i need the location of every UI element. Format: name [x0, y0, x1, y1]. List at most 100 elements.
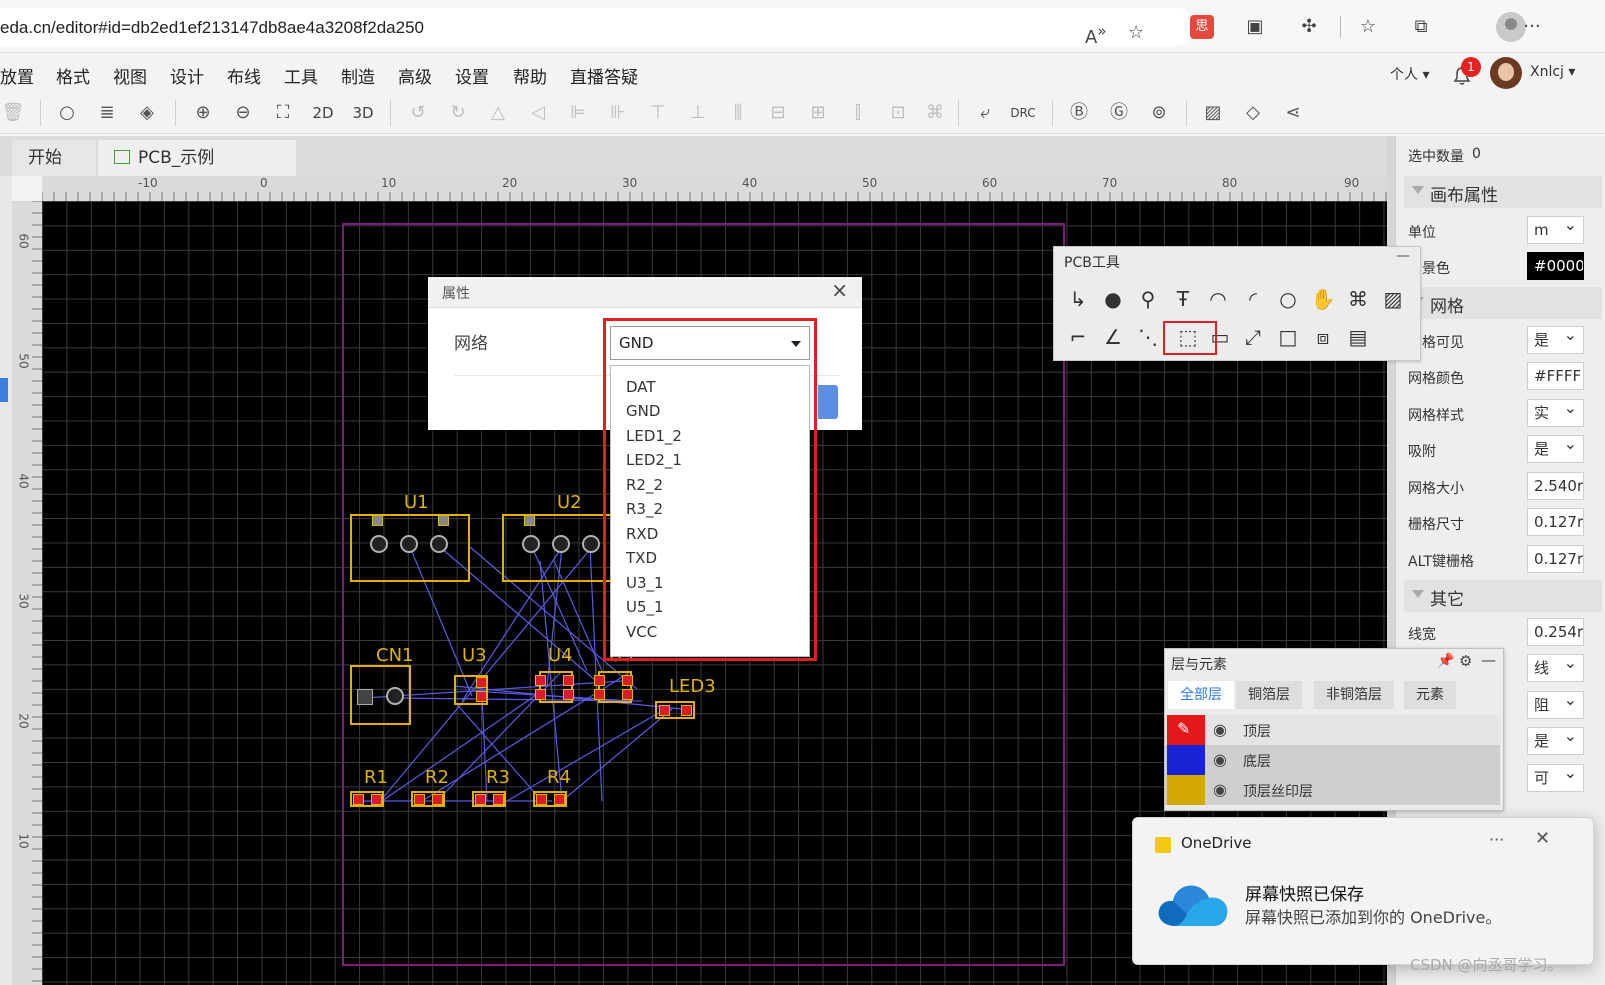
- rotate-right-icon[interactable]: ↻: [445, 100, 471, 126]
- menu-advanced[interactable]: 高级: [398, 63, 432, 88]
- dimension-tool-icon[interactable]: ∠: [1099, 323, 1127, 351]
- align-grid-icon[interactable]: ⊡: [885, 100, 911, 126]
- line-width-field[interactable]: 0.254r: [1527, 618, 1584, 646]
- menu-place[interactable]: 放置: [0, 63, 34, 88]
- menu-tools[interactable]: 工具: [284, 63, 318, 88]
- pad[interactable]: [535, 675, 546, 686]
- url-field[interactable]: eda.cn/editor#id=db2ed1ef213147db8ae4a32…: [0, 8, 1195, 48]
- import-changes-icon[interactable]: ⤶: [972, 100, 998, 126]
- pad[interactable]: [536, 794, 547, 805]
- distribute-v-icon[interactable]: ⫿: [845, 100, 871, 126]
- layer-color-swatch[interactable]: ✎: [1167, 715, 1205, 745]
- pad[interactable]: [493, 794, 504, 805]
- eye-icon[interactable]: ◉: [1213, 780, 1227, 799]
- component-r2[interactable]: [411, 791, 445, 807]
- tab-all-layers[interactable]: 全部层: [1168, 681, 1234, 709]
- pad[interactable]: [386, 687, 404, 705]
- url-text[interactable]: eda.cn/editor#id=db2ed1ef213147db8ae4a32…: [0, 18, 424, 38]
- delete-icon[interactable]: 🗑: [0, 100, 26, 126]
- pad[interactable]: [554, 794, 565, 805]
- rotate-left-icon[interactable]: ↺: [405, 100, 431, 126]
- close-icon[interactable]: ✕: [1535, 828, 1550, 849]
- more-menu-icon[interactable]: ···: [1520, 15, 1544, 39]
- pad[interactable]: [563, 675, 574, 686]
- pad-tool-icon[interactable]: ●: [1099, 285, 1127, 313]
- other-select-2[interactable]: 阻: [1527, 691, 1584, 719]
- pad[interactable]: [400, 535, 418, 553]
- pad[interactable]: [622, 689, 633, 700]
- grid-color-field[interactable]: #FFFF: [1527, 362, 1584, 390]
- gear-icon[interactable]: ⚙: [1459, 652, 1472, 670]
- pad[interactable]: [582, 535, 600, 553]
- align-right-icon[interactable]: ⊪: [605, 100, 631, 126]
- eye-icon[interactable]: ◉: [1213, 750, 1227, 769]
- favorites-icon[interactable]: ☆: [1356, 15, 1380, 39]
- flip-vertical-icon[interactable]: ◁: [525, 100, 551, 126]
- minimize-icon[interactable]: —: [1481, 651, 1496, 669]
- search-icon[interactable]: ○: [54, 100, 80, 126]
- pad[interactable]: [414, 794, 425, 805]
- circle-tool-icon[interactable]: ○: [1274, 285, 1302, 313]
- via-tool-icon[interactable]: ⚲: [1134, 285, 1162, 313]
- grid-size-field[interactable]: 2.540r: [1527, 472, 1584, 500]
- layer-color-swatch[interactable]: [1167, 745, 1205, 775]
- layer-row-bottom[interactable]: ◉ 底层: [1165, 745, 1500, 775]
- layer-row-top-silk[interactable]: ◉ 顶层丝印层: [1165, 775, 1500, 805]
- layer-color-swatch[interactable]: [1167, 775, 1205, 805]
- more-options-icon[interactable]: ···: [1489, 830, 1504, 849]
- layers-icon[interactable]: ◇: [1240, 100, 1266, 126]
- section-canvas-props[interactable]: 画布属性: [1404, 176, 1602, 208]
- alt-snap-field[interactable]: 0.127r: [1527, 545, 1584, 573]
- share-icon[interactable]: ⋖: [1280, 100, 1306, 126]
- tab-start[interactable]: 开始: [12, 140, 96, 176]
- align-bottom-icon[interactable]: ⊥: [685, 100, 711, 126]
- ok-button[interactable]: [818, 385, 838, 419]
- menu-view[interactable]: 视图: [113, 63, 147, 88]
- image-tool-icon[interactable]: ▨: [1379, 285, 1407, 313]
- image-icon[interactable]: ▨: [1200, 100, 1226, 126]
- flip-horizontal-icon[interactable]: △: [485, 100, 511, 126]
- collections-icon[interactable]: ⧉: [1409, 15, 1433, 39]
- personal-menu[interactable]: 个人 ▾: [1390, 64, 1429, 84]
- snap-size-field[interactable]: 0.127r: [1527, 508, 1584, 536]
- section-other[interactable]: 其它: [1404, 580, 1602, 612]
- component-r3[interactable]: [472, 791, 506, 807]
- track-tool-icon[interactable]: ↳: [1064, 285, 1092, 313]
- tab-pad[interactable]: [438, 515, 449, 526]
- component-r4[interactable]: [533, 791, 567, 807]
- grid-style-select[interactable]: 实: [1527, 399, 1584, 427]
- eraser-icon[interactable]: ◈: [134, 100, 160, 126]
- pin-icon[interactable]: 📌: [1437, 653, 1454, 669]
- bom-icon[interactable]: Ⓑ: [1066, 100, 1092, 126]
- other-select-1[interactable]: 线: [1527, 654, 1584, 682]
- arc2-tool-icon[interactable]: ◜: [1239, 285, 1267, 313]
- pad[interactable]: [552, 535, 570, 553]
- tab-pad[interactable]: [372, 515, 383, 526]
- pan-hand-icon[interactable]: ✋: [1309, 285, 1337, 313]
- pad[interactable]: [622, 675, 633, 686]
- component-led3[interactable]: [655, 701, 695, 719]
- group-icon[interactable]: ⌘: [922, 100, 948, 126]
- close-icon[interactable]: ×: [831, 278, 848, 302]
- tab-elements[interactable]: 元素: [1404, 681, 1456, 709]
- component-u5[interactable]: [594, 671, 633, 703]
- pad[interactable]: [371, 794, 382, 805]
- align-center-h-icon[interactable]: ⊟: [765, 100, 791, 126]
- arc-tool-icon[interactable]: ◠: [1204, 285, 1232, 313]
- pad[interactable]: [563, 689, 574, 700]
- layer-row-top[interactable]: ✎ ◉ 顶层: [1165, 715, 1500, 745]
- component-r1[interactable]: [350, 791, 384, 807]
- pick-place-icon[interactable]: ⊚: [1146, 100, 1172, 126]
- view-3d-button[interactable]: 3D: [350, 100, 376, 126]
- align-center-v-icon[interactable]: ⫼: [725, 100, 751, 126]
- pad[interactable]: [522, 535, 540, 553]
- pad[interactable]: [476, 691, 487, 702]
- extensions-icon[interactable]: ✣: [1297, 15, 1321, 39]
- menu-design[interactable]: 设计: [170, 63, 204, 88]
- section-grid[interactable]: 网格: [1404, 287, 1602, 319]
- eye-icon[interactable]: ◉: [1213, 720, 1227, 739]
- read-aloud-icon[interactable]: A»: [1085, 22, 1107, 48]
- snap-select[interactable]: 是: [1527, 435, 1584, 463]
- pad[interactable]: [430, 535, 448, 553]
- reading-icon[interactable]: ▣: [1243, 15, 1267, 39]
